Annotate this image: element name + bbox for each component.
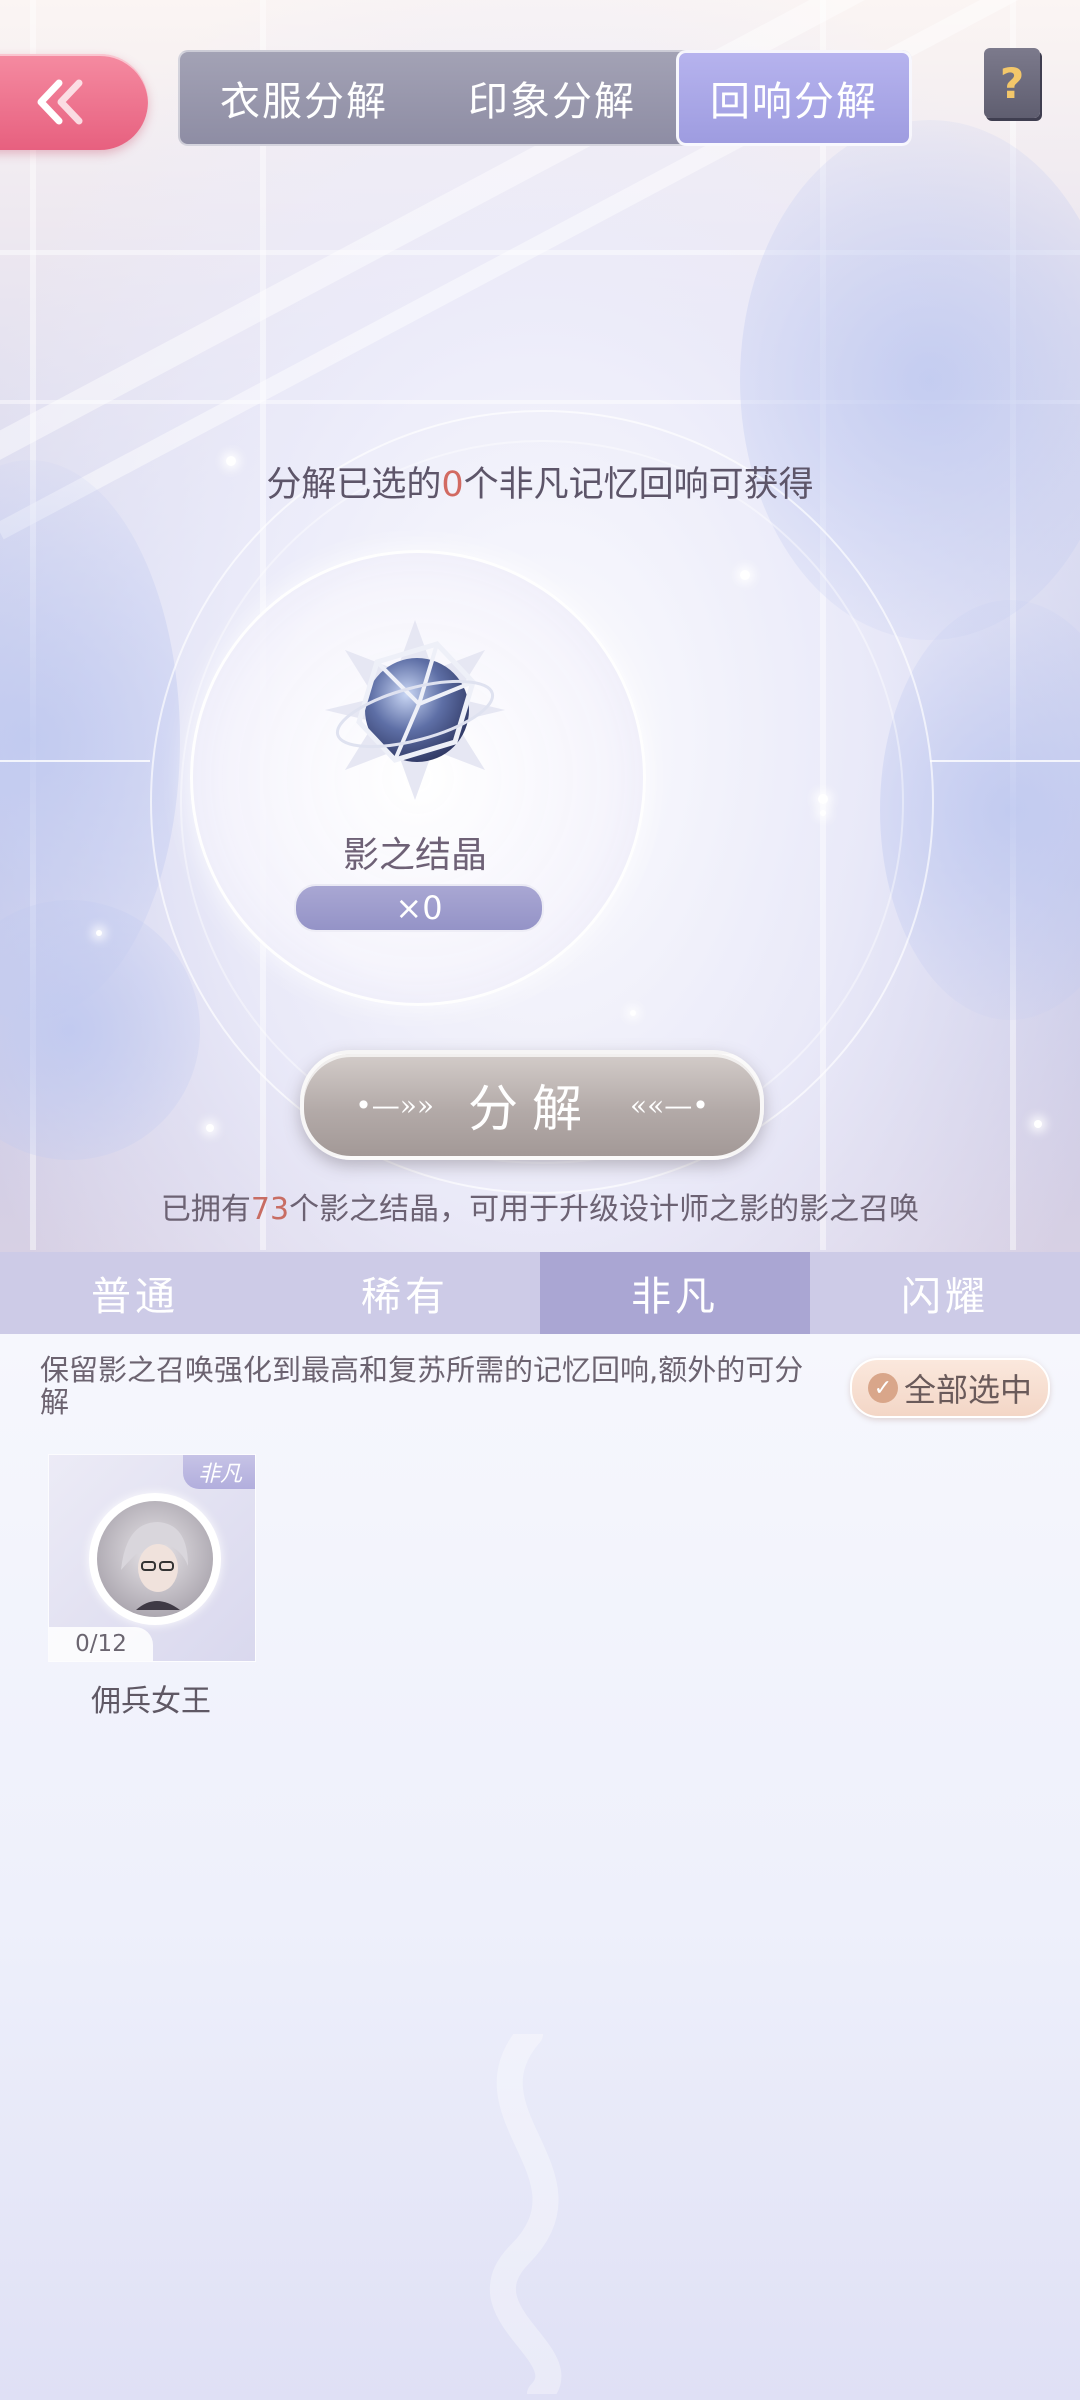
prompt-prefix: 分解已选的	[266, 465, 442, 505]
echo-card[interactable]: 非凡 0/12	[48, 1454, 256, 1662]
tab-echo-decompose[interactable]: 回响分解	[676, 50, 912, 146]
tab-extraordinary[interactable]: 非凡	[540, 1252, 810, 1348]
arrow-right-icon: •—»»	[355, 1088, 434, 1122]
tab-shining[interactable]: 闪耀	[810, 1252, 1080, 1334]
owned-info: 已拥有73个影之结晶，可用于升级设计师之影的影之召唤	[0, 1184, 1080, 1228]
select-all-button[interactable]: ✓ 全部选中	[850, 1358, 1050, 1418]
owned-prefix: 已拥有	[160, 1192, 251, 1227]
retention-description: 保留影之召唤强化到最高和复苏所需的记忆回响,额外的可分解	[40, 1353, 804, 1419]
top-tab-bar: 衣服分解 印象分解 回响分解	[178, 50, 912, 146]
rarity-tag: 非凡	[183, 1455, 255, 1489]
decompose-label: 分解	[468, 1080, 596, 1138]
tab-clothes-decompose[interactable]: 衣服分解	[180, 52, 428, 144]
decorative-swirl	[490, 2034, 562, 2394]
selected-count: 0	[441, 465, 464, 505]
echo-name: 佣兵女王	[91, 1684, 211, 1719]
question-book-icon: ?	[999, 58, 1025, 108]
decompose-button[interactable]: •—»» 分解 ««—•	[300, 1050, 764, 1160]
arrow-left-icon: ««—•	[630, 1088, 709, 1122]
echo-list-area: 保留影之召唤强化到最高和复苏所需的记忆回响,额外的可分解 ✓ 全部选中 非凡 0…	[0, 1334, 1080, 2400]
decompose-prompt: 分解已选的0个非凡记忆回响可获得	[0, 456, 1080, 507]
owned-count: 73	[250, 1192, 290, 1227]
reward-name: 影之结晶	[342, 835, 487, 876]
shadow-crystal-icon	[325, 620, 505, 800]
prompt-suffix: 个非凡记忆回响可获得	[463, 465, 814, 505]
help-button[interactable]: ?	[984, 48, 1040, 118]
reward-count: ×0	[294, 884, 544, 932]
rarity-tab-bar: 普通 稀有 非凡 闪耀	[0, 1252, 1080, 1348]
echo-progress: 0/12	[49, 1627, 153, 1661]
check-circle-icon: ✓	[867, 1373, 898, 1403]
back-button[interactable]	[0, 54, 148, 150]
tab-rare[interactable]: 稀有	[270, 1252, 540, 1334]
tab-common[interactable]: 普通	[0, 1252, 270, 1334]
double-chevron-left-icon	[37, 79, 83, 125]
tab-impression-decompose[interactable]: 印象分解	[428, 52, 676, 144]
select-all-label: 全部选中	[903, 1371, 1032, 1409]
owned-suffix: 个影之结晶，可用于升级设计师之影的影之召唤	[289, 1192, 920, 1227]
character-portrait-icon	[89, 1493, 221, 1625]
